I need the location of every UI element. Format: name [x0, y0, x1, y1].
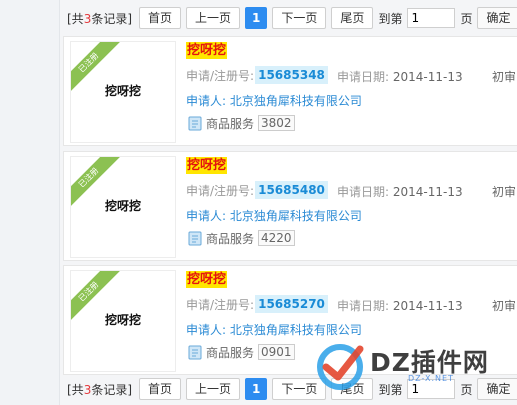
trademark-thumbnail[interactable]: 已注册 挖呀挖 — [70, 270, 176, 372]
trademark-name[interactable]: 挖呀挖 — [186, 42, 228, 59]
watermark-url: DZ-X.NET — [408, 374, 454, 383]
left-gutter — [0, 0, 60, 405]
total-records: [共3条记录] — [67, 382, 133, 397]
trademark-thumbnail[interactable]: 已注册 挖呀挖 — [70, 156, 176, 258]
reg-number[interactable]: 15685270 — [255, 295, 328, 313]
applicant[interactable]: 申请人: 北京独角犀科技有限公司 — [186, 92, 362, 109]
goods-count: 3802 — [258, 115, 295, 131]
goods-count: 0901 — [258, 344, 295, 360]
reg-number-row: 申请/注册号: 15685270 — [186, 294, 328, 314]
document-icon — [188, 345, 202, 359]
reg-number-label: 申请/注册号: — [186, 297, 255, 312]
application-date: 申请日期: 2014-11-13 — [337, 299, 463, 313]
reg-number-label: 申请/注册号: — [186, 68, 255, 83]
trademark-name[interactable]: 挖呀挖 — [186, 157, 228, 174]
goods-label: 商品服务 — [206, 231, 255, 246]
goto-confirm-button[interactable]: 确定 — [477, 7, 517, 29]
goods-count: 4220 — [258, 230, 295, 246]
trademark-logo-text: 挖呀挖 — [104, 313, 141, 327]
goto-label: 到第 — [378, 11, 403, 26]
trademark-logo-text: 挖呀挖 — [104, 199, 141, 213]
application-date: 申请日期: 2014-11-13 — [337, 185, 463, 199]
reg-number-row: 申请/注册号: 15685480 — [186, 180, 328, 200]
goto-suffix: 页 — [460, 11, 473, 26]
current-page-button[interactable]: 1 — [245, 7, 268, 29]
prev-page-button[interactable]: 上一页 — [186, 378, 241, 400]
trademark-name[interactable]: 挖呀挖 — [186, 271, 228, 288]
status-text: 初审 — [492, 299, 517, 313]
application-date: 申请日期: 2014-11-13 — [337, 70, 463, 84]
reg-number[interactable]: 15685480 — [255, 181, 328, 199]
goods-services[interactable]: 商品服务 4220 — [188, 229, 295, 247]
trademark-thumbnail[interactable]: 已注册 挖呀挖 — [70, 41, 176, 143]
trademark-logo-text: 挖呀挖 — [104, 84, 141, 98]
total-records: [共3条记录] — [67, 11, 133, 26]
goods-services[interactable]: 商品服务 0901 — [188, 343, 295, 361]
applicant[interactable]: 申请人: 北京独角犀科技有限公司 — [186, 207, 362, 224]
goods-label: 商品服务 — [206, 345, 255, 360]
first-page-button[interactable]: 首页 — [139, 7, 182, 29]
current-page-button[interactable]: 1 — [245, 378, 268, 400]
reg-number-row: 申请/注册号: 15685348 — [186, 65, 328, 85]
status-text: 初审 — [492, 70, 517, 84]
goto-page-input[interactable] — [407, 8, 456, 28]
goods-services[interactable]: 商品服务 3802 — [188, 114, 295, 132]
last-page-button[interactable]: 尾页 — [331, 7, 374, 29]
document-icon — [188, 116, 202, 130]
document-icon — [188, 231, 202, 245]
reg-number[interactable]: 15685348 — [255, 66, 328, 84]
next-page-button[interactable]: 下一页 — [272, 7, 327, 29]
prev-page-button[interactable]: 上一页 — [186, 7, 241, 29]
status-text: 初审 — [492, 185, 517, 199]
result-card[interactable]: 已注册 挖呀挖 挖呀挖 申请/注册号: 15685348 申请日期: 2014-… — [63, 36, 517, 146]
first-page-button[interactable]: 首页 — [139, 378, 182, 400]
reg-number-label: 申请/注册号: — [186, 183, 255, 198]
pagination-top: [共3条记录] 首页 上一页 1 下一页 尾页 到第 页 确定 — [67, 7, 517, 29]
goods-label: 商品服务 — [206, 116, 255, 131]
result-card[interactable]: 已注册 挖呀挖 挖呀挖 申请/注册号: 15685480 申请日期: 2014-… — [63, 151, 517, 261]
